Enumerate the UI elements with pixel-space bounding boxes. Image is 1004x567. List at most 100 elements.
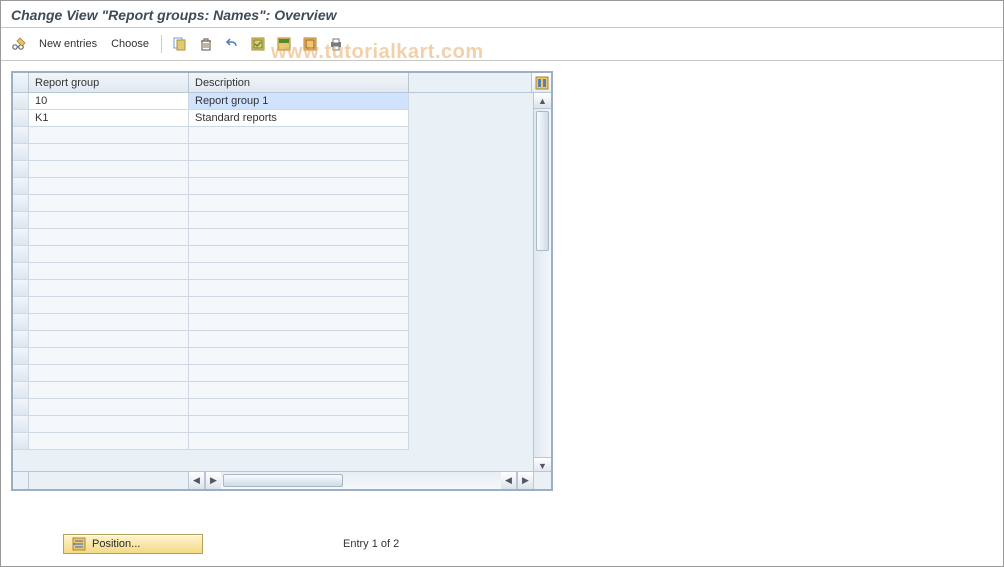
column-header-report-group[interactable]: Report group [29, 73, 189, 92]
table-row[interactable] [13, 365, 409, 382]
row-selector[interactable] [13, 416, 29, 432]
table-row[interactable] [13, 348, 409, 365]
row-selector[interactable] [13, 280, 29, 296]
table-row[interactable] [13, 382, 409, 399]
hscroll-thumb[interactable] [223, 474, 343, 487]
select-block-button[interactable] [274, 34, 294, 54]
row-selector[interactable] [13, 399, 29, 415]
cell-description[interactable] [189, 348, 409, 364]
cell-description[interactable]: Standard reports [189, 110, 409, 126]
cell-report-group[interactable] [29, 127, 189, 143]
choose-button[interactable]: Choose [107, 38, 153, 50]
row-selector[interactable] [13, 229, 29, 245]
row-selector[interactable] [13, 161, 29, 177]
table-row[interactable] [13, 314, 409, 331]
cell-report-group[interactable] [29, 195, 189, 211]
scroll-thumb[interactable] [536, 111, 549, 251]
cell-description[interactable] [189, 212, 409, 228]
cell-report-group[interactable] [29, 161, 189, 177]
row-selector[interactable] [13, 365, 29, 381]
cell-description[interactable] [189, 263, 409, 279]
print-button[interactable] [326, 34, 346, 54]
row-selector[interactable] [13, 297, 29, 313]
cell-description[interactable] [189, 195, 409, 211]
column-header-description[interactable]: Description [189, 73, 409, 92]
toggle-display-change-button[interactable] [9, 34, 29, 54]
cell-description[interactable] [189, 382, 409, 398]
table-row[interactable] [13, 263, 409, 280]
select-all-button[interactable] [248, 34, 268, 54]
cell-description[interactable] [189, 365, 409, 381]
cell-description[interactable] [189, 127, 409, 143]
cell-report-group[interactable] [29, 229, 189, 245]
table-row[interactable] [13, 161, 409, 178]
cell-report-group[interactable] [29, 433, 189, 449]
hscroll-right-step-button[interactable]: ▶ [205, 472, 221, 489]
hscroll-left-button[interactable]: ◀ [189, 472, 205, 489]
cell-report-group[interactable] [29, 280, 189, 296]
cell-report-group[interactable]: K1 [29, 110, 189, 126]
cell-description[interactable] [189, 161, 409, 177]
row-selector[interactable] [13, 93, 29, 109]
row-selector[interactable] [13, 263, 29, 279]
cell-description[interactable] [189, 229, 409, 245]
cell-description[interactable] [189, 331, 409, 347]
new-entries-button[interactable]: New entries [35, 38, 101, 50]
cell-report-group[interactable] [29, 314, 189, 330]
cell-description[interactable] [189, 399, 409, 415]
table-row[interactable] [13, 212, 409, 229]
vertical-scrollbar[interactable]: ▲ ▼ [533, 93, 551, 473]
undo-button[interactable] [222, 34, 242, 54]
cell-description[interactable] [189, 433, 409, 449]
delete-button[interactable] [196, 34, 216, 54]
scroll-track[interactable] [534, 109, 551, 457]
row-selector[interactable] [13, 110, 29, 126]
deselect-all-button[interactable] [300, 34, 320, 54]
table-row[interactable] [13, 127, 409, 144]
row-selector[interactable] [13, 144, 29, 160]
row-selector[interactable] [13, 246, 29, 262]
cell-report-group[interactable] [29, 144, 189, 160]
table-row[interactable]: K1Standard reports [13, 110, 409, 127]
cell-description[interactable]: Report group 1 [189, 93, 409, 109]
hscroll-left-end-button[interactable]: ◀ [501, 472, 517, 489]
cell-report-group[interactable]: 10 [29, 93, 189, 109]
table-row[interactable] [13, 399, 409, 416]
table-settings-button[interactable] [531, 73, 551, 92]
table-row[interactable] [13, 297, 409, 314]
cell-report-group[interactable] [29, 382, 189, 398]
row-selector[interactable] [13, 314, 29, 330]
row-selector[interactable] [13, 195, 29, 211]
cell-report-group[interactable] [29, 331, 189, 347]
table-row[interactable] [13, 195, 409, 212]
table-row[interactable] [13, 246, 409, 263]
cell-report-group[interactable] [29, 348, 189, 364]
table-row[interactable] [13, 178, 409, 195]
row-selector[interactable] [13, 212, 29, 228]
cell-description[interactable] [189, 297, 409, 313]
scroll-up-button[interactable]: ▲ [534, 93, 551, 109]
cell-description[interactable] [189, 246, 409, 262]
cell-report-group[interactable] [29, 416, 189, 432]
row-selector[interactable] [13, 348, 29, 364]
cell-report-group[interactable] [29, 399, 189, 415]
table-row[interactable] [13, 229, 409, 246]
table-row[interactable] [13, 416, 409, 433]
hscroll-right-button[interactable]: ▶ [517, 472, 533, 489]
cell-description[interactable] [189, 314, 409, 330]
cell-report-group[interactable] [29, 212, 189, 228]
table-row[interactable] [13, 331, 409, 348]
row-selector[interactable] [13, 127, 29, 143]
cell-description[interactable] [189, 416, 409, 432]
cell-description[interactable] [189, 178, 409, 194]
cell-report-group[interactable] [29, 297, 189, 313]
row-selector[interactable] [13, 178, 29, 194]
cell-description[interactable] [189, 280, 409, 296]
table-row[interactable] [13, 433, 409, 450]
row-selector[interactable] [13, 382, 29, 398]
table-row[interactable] [13, 144, 409, 161]
row-selector-header[interactable] [13, 73, 29, 92]
cell-report-group[interactable] [29, 246, 189, 262]
copy-button[interactable] [170, 34, 190, 54]
row-selector[interactable] [13, 433, 29, 449]
